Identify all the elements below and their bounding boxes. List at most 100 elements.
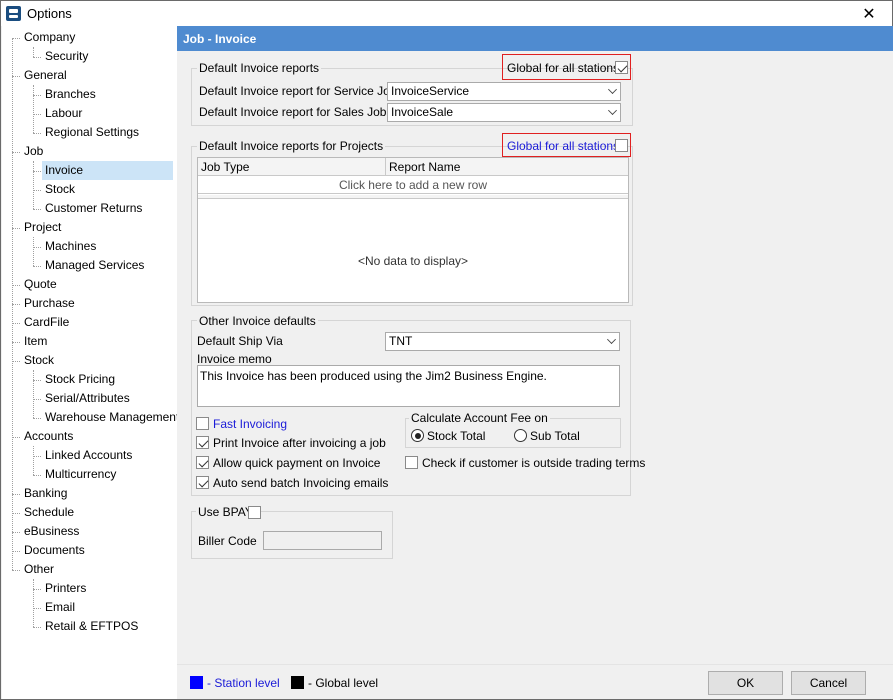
project-reports-title: Default Invoice reports for Projects — [197, 139, 386, 153]
tree-connector — [33, 190, 41, 191]
sub-total-label: Sub Total — [530, 429, 580, 443]
auto-send-emails-checkbox[interactable] — [196, 476, 209, 489]
tree-connector — [33, 456, 41, 457]
biller-code-input[interactable] — [263, 531, 382, 550]
tree-item-serial-attributes[interactable]: Serial/Attributes — [42, 389, 133, 408]
tree-connector — [12, 342, 20, 343]
tree-connector — [33, 161, 34, 209]
tree-item-other[interactable]: Other — [21, 560, 57, 579]
tree-connector — [12, 551, 20, 552]
options-tree: Company Security General Branches Labour Regi… — [2, 26, 179, 699]
add-new-row[interactable]: Click here to add a new row — [198, 176, 628, 194]
sales-job-report-select[interactable]: InvoiceSale — [387, 103, 621, 122]
tree-item-job[interactable]: Job — [21, 142, 46, 161]
tree-item-stock-pricing[interactable]: Stock Pricing — [42, 370, 118, 389]
station-level-swatch — [190, 676, 203, 689]
tree-item-general[interactable]: General — [21, 66, 70, 85]
tree-item-branches[interactable]: Branches — [42, 85, 99, 104]
tree-item-banking[interactable]: Banking — [21, 484, 70, 503]
options-window: Options ✕ Company Security General Branches… — [0, 0, 893, 700]
tree-item-item[interactable]: Item — [21, 332, 50, 351]
tree-connector — [33, 85, 34, 133]
tree-item-labour[interactable]: Labour — [42, 104, 85, 123]
tree-connector — [33, 209, 41, 210]
global-stations-checkbox[interactable] — [615, 61, 628, 74]
column-header-job-type[interactable]: Job Type — [198, 158, 386, 176]
tree-connector — [33, 57, 41, 58]
tree-item-purchase[interactable]: Purchase — [21, 294, 78, 313]
tree-connector — [33, 95, 41, 96]
tree-connector — [12, 494, 20, 495]
service-job-report-value: InvoiceService — [391, 84, 470, 98]
station-level-legend: - Station level — [207, 676, 280, 690]
tree-item-invoice[interactable]: Invoice — [42, 161, 173, 180]
fast-invoicing-checkbox[interactable] — [196, 417, 209, 430]
stock-total-radio[interactable] — [411, 429, 424, 442]
print-after-invoicing-checkbox[interactable] — [196, 436, 209, 449]
ship-via-label: Default Ship Via — [197, 334, 283, 348]
tree-item-ebusiness[interactable]: eBusiness — [21, 522, 82, 541]
tree-item-printers[interactable]: Printers — [42, 579, 89, 598]
use-bpay-checkbox[interactable] — [248, 506, 261, 519]
stock-total-label: Stock Total — [427, 429, 486, 443]
tree-item-machines[interactable]: Machines — [42, 237, 99, 256]
tree-connector — [33, 418, 41, 419]
tree-connector — [33, 266, 41, 267]
tree-connector — [33, 171, 41, 172]
invoice-memo-input[interactable]: This Invoice has been produced using the… — [197, 365, 620, 407]
tree-connector — [33, 133, 41, 134]
cancel-button[interactable]: Cancel — [791, 671, 866, 695]
trading-terms-checkbox[interactable] — [405, 456, 418, 469]
service-job-report-select[interactable]: InvoiceService — [387, 82, 621, 101]
service-job-label: Default Invoice report for Service Job — [199, 84, 397, 98]
tree-item-retail-eftpos[interactable]: Retail & EFTPOS — [42, 617, 141, 636]
tree-item-documents[interactable]: Documents — [21, 541, 88, 560]
invoice-memo-label: Invoice memo — [197, 352, 272, 366]
tree-connector — [12, 532, 20, 533]
global-level-legend: - Global level — [308, 676, 379, 690]
tree-connector — [12, 38, 13, 570]
tree-connector — [12, 437, 20, 438]
close-button[interactable]: ✕ — [846, 1, 892, 26]
tree-item-company[interactable]: Company — [21, 28, 78, 47]
project-reports-grid: Job Type Report Name Click here to add a… — [197, 157, 629, 303]
quick-payment-label: Allow quick payment on Invoice — [213, 456, 381, 470]
tree-connector — [12, 570, 20, 571]
column-header-report-name[interactable]: Report Name — [386, 158, 628, 176]
sales-job-report-value: InvoiceSale — [391, 105, 454, 119]
chevron-down-icon — [608, 85, 617, 94]
tree-connector — [12, 285, 20, 286]
tree-item-security[interactable]: Security — [42, 47, 91, 66]
tree-connector — [33, 370, 34, 418]
project-global-stations-checkbox[interactable] — [615, 139, 628, 152]
tree-item-project[interactable]: Project — [21, 218, 64, 237]
tree-item-email[interactable]: Email — [42, 598, 78, 617]
project-global-stations-label: Global for all stations — [507, 139, 620, 153]
tree-item-multicurrency[interactable]: Multicurrency — [42, 465, 119, 484]
tree-item-stock[interactable]: Stock — [21, 351, 57, 370]
tree-item-quote[interactable]: Quote — [21, 275, 60, 294]
tree-item-cardfile[interactable]: CardFile — [21, 313, 72, 332]
grid-separator — [198, 195, 628, 199]
tree-item-managed-services[interactable]: Managed Services — [42, 256, 147, 275]
ok-button[interactable]: OK — [708, 671, 783, 695]
tree-item-regional-settings[interactable]: Regional Settings — [42, 123, 142, 142]
ship-via-value: TNT — [389, 334, 413, 348]
quick-payment-checkbox[interactable] — [196, 456, 209, 469]
tree-item-accounts[interactable]: Accounts — [21, 427, 76, 446]
empty-grid-message: <No data to display> — [357, 254, 469, 268]
tree-item-customer-returns[interactable]: Customer Returns — [42, 199, 145, 218]
tree-item-schedule[interactable]: Schedule — [21, 503, 77, 522]
chevron-down-icon — [608, 106, 617, 115]
tree-connector — [33, 608, 41, 609]
tree-item-stock[interactable]: Stock — [42, 180, 78, 199]
ship-via-select[interactable]: TNT — [385, 332, 620, 351]
tree-connector — [12, 38, 20, 39]
tree-connector — [12, 361, 20, 362]
sub-total-radio[interactable] — [514, 429, 527, 442]
tree-item-warehouse-management[interactable]: Warehouse Management — [42, 408, 182, 427]
bpay-title: Use BPAY — [196, 505, 255, 519]
tree-item-linked-accounts[interactable]: Linked Accounts — [42, 446, 135, 465]
grid-header: Job Type Report Name — [198, 158, 628, 176]
tree-connector — [33, 627, 41, 628]
